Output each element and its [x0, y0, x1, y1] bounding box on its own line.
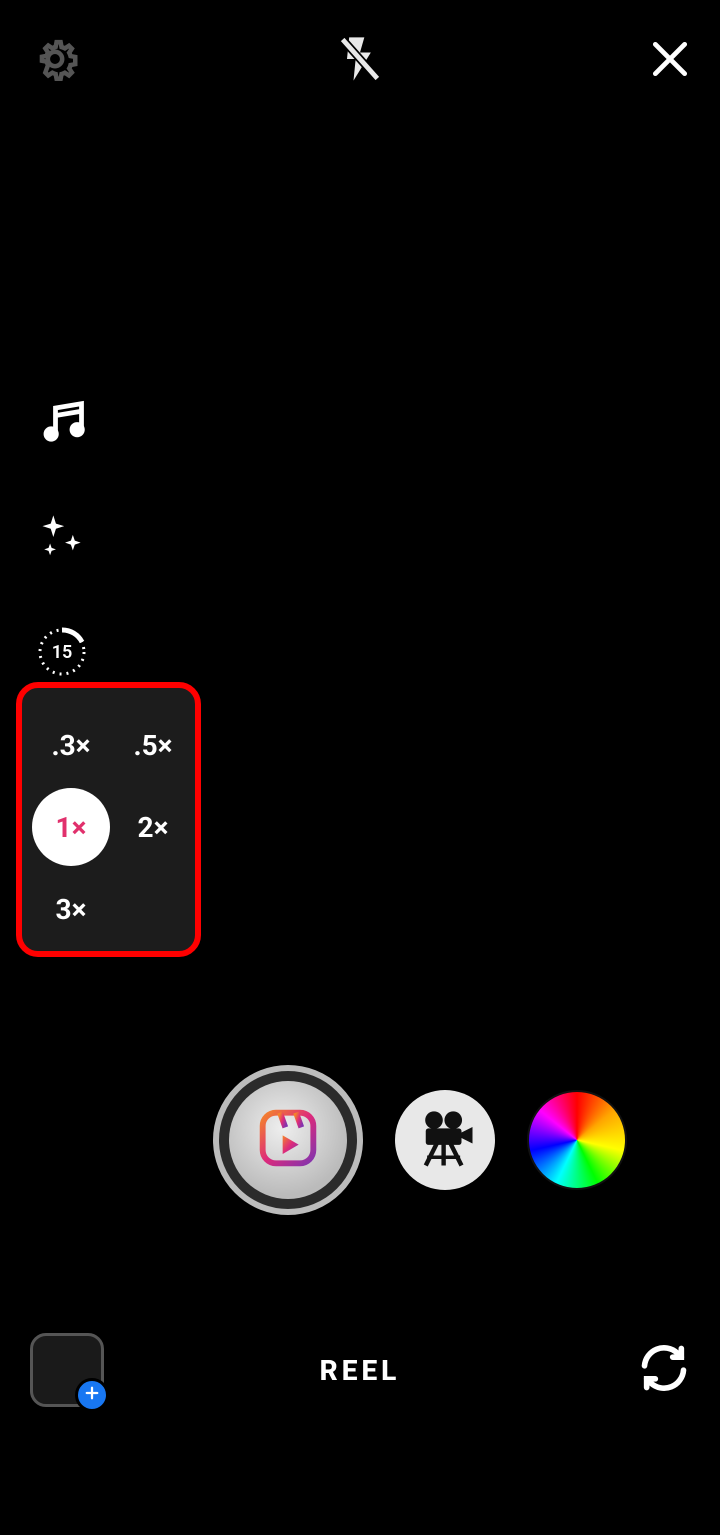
capture-mode-reel[interactable]: REEL [320, 1354, 401, 1387]
filter-thumb-1[interactable] [395, 1090, 495, 1190]
switch-camera-icon [638, 1379, 690, 1398]
music-note-icon [36, 432, 88, 451]
timer-dotted-icon [37, 627, 87, 677]
flash-button[interactable] [334, 33, 386, 89]
side-tools: 15 [36, 395, 88, 677]
close-icon [648, 66, 692, 85]
flash-off-icon [334, 70, 386, 89]
add-from-gallery[interactable] [75, 1378, 109, 1412]
reels-icon [256, 1106, 320, 1174]
speed-option-05x[interactable]: .5× [114, 706, 192, 784]
bottom-bar: REEL [0, 1335, 720, 1405]
filter-thumb-2[interactable] [527, 1090, 627, 1190]
close-button[interactable] [648, 37, 692, 85]
gear-icon [28, 71, 82, 90]
switch-camera-button[interactable] [638, 1342, 690, 1398]
top-bar [0, 25, 720, 97]
settings-button[interactable] [28, 32, 82, 90]
speed-panel: .3× .5× 1× 2× 3× [16, 682, 201, 957]
speed-option-03x[interactable]: .3× [32, 706, 110, 784]
plus-icon [83, 1384, 101, 1406]
filter-row [0, 1060, 720, 1220]
record-button[interactable] [213, 1065, 363, 1215]
speed-option-1x[interactable]: 1× [32, 788, 110, 866]
speed-option-2x[interactable]: 2× [114, 788, 192, 866]
gallery-button[interactable] [30, 1333, 104, 1407]
duration-button[interactable]: 15 [37, 627, 87, 677]
audio-button[interactable] [36, 395, 88, 451]
effects-button[interactable] [36, 511, 88, 567]
sparkles-icon [36, 548, 88, 567]
movie-camera-icon [412, 1105, 478, 1175]
speed-option-3x[interactable]: 3× [32, 870, 110, 948]
